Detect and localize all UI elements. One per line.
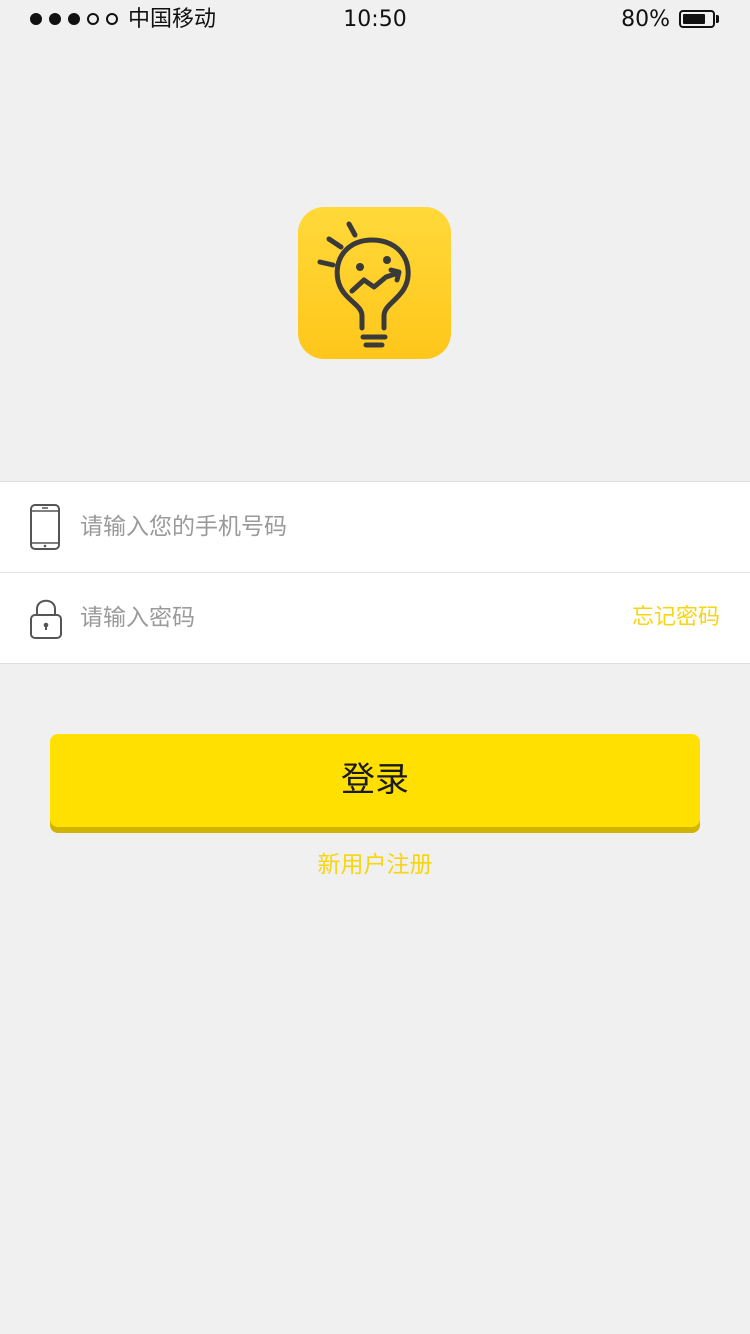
app-logo	[298, 207, 451, 359]
phone-input[interactable]	[80, 504, 600, 550]
status-bar: 中国移动 10:50 80%	[0, 0, 750, 40]
lightbulb-chart-icon	[317, 221, 411, 348]
login-button[interactable]: 登录	[50, 734, 700, 827]
lock-icon	[30, 599, 62, 639]
battery-fill	[683, 14, 705, 24]
phone-row	[0, 482, 750, 572]
phone-icon	[30, 504, 60, 550]
battery-nub	[716, 15, 719, 23]
register-link[interactable]: 新用户注册	[318, 852, 433, 878]
login-form: 忘记密码	[0, 481, 750, 664]
battery-icon	[679, 10, 715, 28]
battery-percent: 80%	[621, 7, 670, 32]
forgot-password-link[interactable]: 忘记密码	[632, 573, 720, 663]
register-link-container: 新用户注册	[0, 850, 750, 880]
password-input[interactable]	[80, 595, 600, 641]
password-row: 忘记密码	[0, 572, 750, 663]
